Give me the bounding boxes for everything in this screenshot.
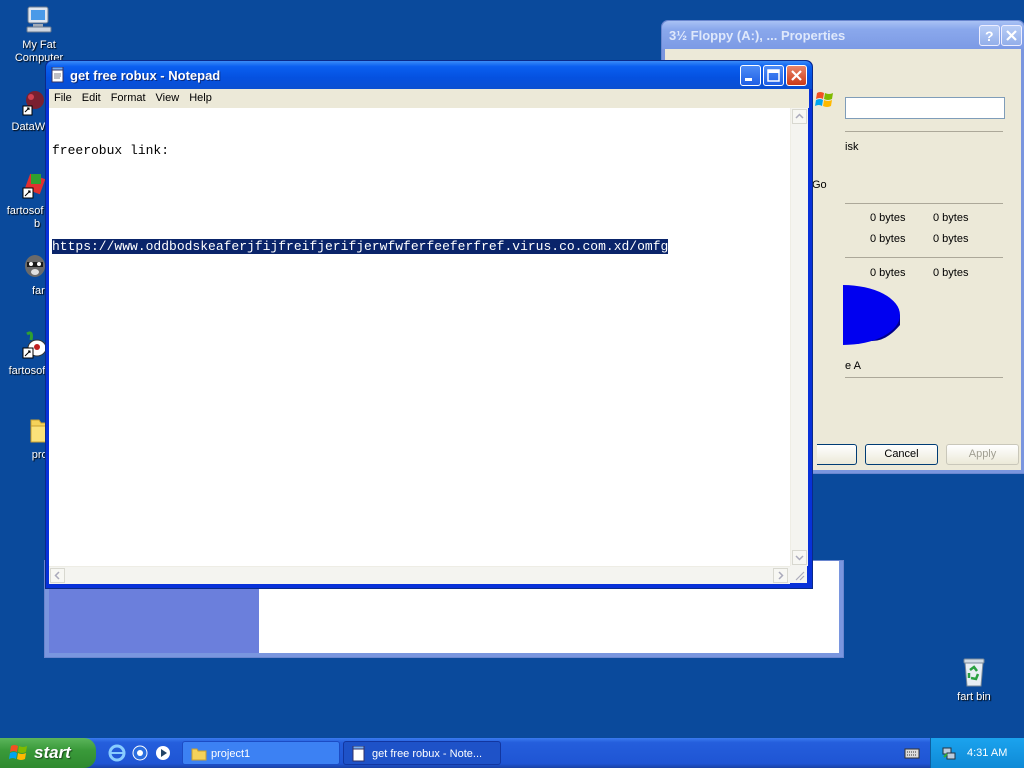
resize-grip[interactable] bbox=[790, 566, 807, 583]
text-editor[interactable]: freerobux link: https://www.oddbodskeafe… bbox=[49, 108, 790, 566]
clock[interactable]: 4:31 AM bbox=[967, 747, 1007, 759]
help-button[interactable]: ? bbox=[979, 25, 1000, 46]
apply-label: Apply bbox=[968, 448, 997, 460]
start-button[interactable]: start bbox=[0, 738, 96, 768]
divider bbox=[845, 131, 1003, 132]
desktop-icon-my-computer[interactable]: My Fat Computer bbox=[2, 4, 76, 65]
recycle-bin[interactable]: fart bin bbox=[937, 656, 1011, 704]
divider bbox=[845, 203, 1003, 204]
apply-button[interactable]: Apply bbox=[946, 444, 1019, 465]
network-icon[interactable] bbox=[941, 745, 957, 764]
properties-titlebar[interactable]: 3½ Floppy (A:), ... Properties ? bbox=[662, 21, 1024, 49]
system-tray: 4:31 AM bbox=[930, 738, 1024, 768]
quicklaunch-ie-icon[interactable] bbox=[108, 744, 126, 765]
menu-bar: File Edit Format View Help bbox=[49, 89, 809, 108]
used-size: 0 bytes bbox=[933, 212, 969, 224]
horizontal-scrollbar[interactable] bbox=[49, 566, 790, 584]
notepad-window: get free robux - Notepad File Edit Format V… bbox=[45, 60, 813, 589]
menu-view[interactable]: View bbox=[151, 89, 185, 104]
taskbar-item-label: project1 bbox=[211, 748, 251, 760]
chevron-right-icon bbox=[778, 571, 784, 580]
scroll-down-button[interactable] bbox=[792, 550, 807, 565]
quicklaunch-browser-icon[interactable] bbox=[131, 744, 149, 765]
cancel-button[interactable]: Cancel bbox=[865, 444, 938, 465]
disk-pie-chart bbox=[786, 285, 903, 352]
windows-logo-icon bbox=[815, 90, 835, 113]
go-label: Go bbox=[812, 179, 827, 191]
free-bytes: 0 bytes bbox=[870, 233, 906, 245]
taskbar: start project1 get free robux - Note... … bbox=[0, 738, 1024, 768]
recycle-bin-icon bbox=[958, 656, 990, 688]
chevron-down-icon bbox=[795, 555, 804, 561]
folder-icon bbox=[191, 746, 207, 764]
used-bytes: 0 bytes bbox=[870, 212, 906, 224]
chevron-up-icon bbox=[795, 113, 804, 119]
divider bbox=[845, 377, 1003, 378]
taskbar-item-label: get free robux - Note... bbox=[372, 748, 483, 760]
start-label: start bbox=[34, 743, 71, 762]
notepad-icon bbox=[352, 745, 366, 764]
volume-label-input[interactable] bbox=[845, 97, 1005, 119]
ok-button[interactable] bbox=[817, 444, 857, 465]
free-size: 0 bytes bbox=[933, 233, 969, 245]
menu-file[interactable]: File bbox=[49, 89, 77, 104]
scroll-right-button[interactable] bbox=[773, 568, 788, 583]
computer-icon bbox=[23, 4, 55, 36]
drive-label: e A bbox=[845, 360, 861, 372]
capacity-size: 0 bytes bbox=[933, 267, 969, 279]
notepad-title: get free robux - Notepad bbox=[70, 68, 221, 83]
explorer-task-pane bbox=[49, 589, 259, 653]
taskbar-item-notepad[interactable]: get free robux - Note... bbox=[343, 741, 501, 765]
text-line bbox=[52, 191, 790, 207]
minimize-button[interactable] bbox=[740, 65, 761, 86]
menu-help[interactable]: Help bbox=[184, 89, 217, 104]
text-line-selected: https://www.oddbodskeaferjfijfreifjerifj… bbox=[52, 239, 790, 255]
notepad-titlebar[interactable]: get free robux - Notepad bbox=[46, 61, 812, 89]
menu-edit[interactable]: Edit bbox=[77, 89, 106, 104]
properties-title: 3½ Floppy (A:), ... Properties bbox=[669, 28, 846, 43]
cancel-label: Cancel bbox=[884, 448, 919, 460]
chevron-left-icon bbox=[54, 571, 60, 580]
selected-url: https://www.oddbodskeaferjfijfreifjerifj… bbox=[52, 239, 669, 254]
scroll-up-button[interactable] bbox=[792, 109, 807, 124]
maximize-button[interactable] bbox=[763, 65, 784, 86]
close-button[interactable] bbox=[786, 65, 807, 86]
text-line: freerobux link: bbox=[52, 143, 170, 158]
recycle-bin-label: fart bin bbox=[957, 691, 991, 703]
keyboard-icon[interactable] bbox=[904, 746, 920, 763]
scroll-left-button[interactable] bbox=[50, 568, 65, 583]
vertical-scrollbar[interactable] bbox=[790, 108, 808, 566]
notepad-icon bbox=[51, 66, 65, 86]
menu-format[interactable]: Format bbox=[106, 89, 151, 104]
capacity-bytes: 0 bytes bbox=[870, 267, 906, 279]
windows-logo-icon bbox=[9, 744, 29, 767]
taskbar-item-project1[interactable]: project1 bbox=[182, 741, 340, 765]
divider bbox=[845, 257, 1003, 258]
type-value: isk bbox=[845, 141, 859, 153]
quicklaunch-media-icon[interactable] bbox=[154, 744, 172, 765]
svg-text:?: ? bbox=[985, 28, 994, 44]
properties-close-button[interactable] bbox=[1001, 25, 1022, 46]
